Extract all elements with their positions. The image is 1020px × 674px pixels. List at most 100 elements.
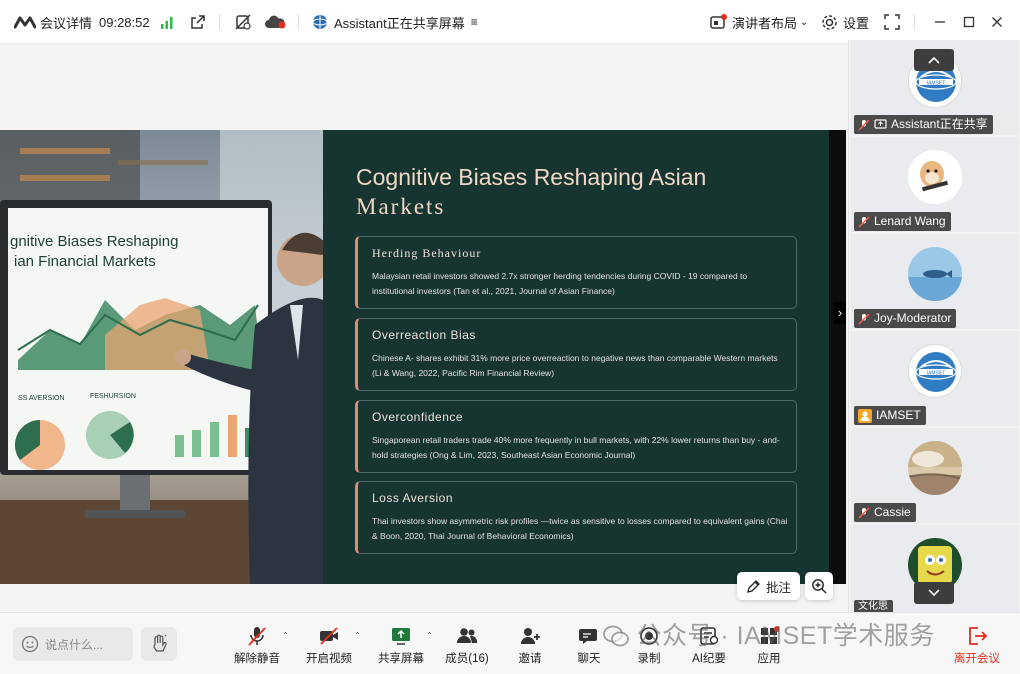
bias-card-overreaction: Overreaction Bias Chinese A- shares exhi… — [355, 318, 797, 391]
signal-strength-icon[interactable] — [160, 0, 174, 44]
invite-button[interactable]: 邀请 — [500, 625, 560, 666]
participant-tile[interactable]: Joy-Moderator — [851, 234, 1019, 329]
collapse-sidebar-chevron-icon[interactable]: › — [834, 302, 846, 324]
participant-nametag: Cassie — [854, 503, 916, 522]
quick-chat-input[interactable]: 说点什么... — [13, 627, 133, 661]
wechat-logo-icon — [603, 625, 629, 647]
bias-card-text: Thai investors show asymmetric risk prof… — [372, 516, 788, 541]
zoom-in-button[interactable] — [805, 572, 833, 600]
invite-user-icon — [521, 628, 540, 644]
settings-label: 设置 — [843, 15, 870, 31]
share-screen-icon — [392, 628, 410, 645]
audio-options-caret-icon[interactable]: ⌃ — [282, 631, 289, 640]
share-screen-label: 共享屏幕 — [378, 653, 424, 665]
annotate-button[interactable]: 批注 — [737, 572, 800, 600]
participant-name: Joy-Moderator — [874, 311, 952, 325]
participant-name: IAMSET — [876, 408, 921, 422]
share-options-caret-icon[interactable]: ⌃ — [426, 631, 433, 640]
record-label: 录制 — [637, 653, 661, 665]
slide-title-line1: Cognitive Biases Reshaping Asian — [356, 164, 707, 190]
monitor-title-line1: gnitive Biases Reshaping — [10, 233, 178, 250]
participant-tile[interactable]: Cassie — [851, 428, 1019, 523]
quick-chat-placeholder: 说点什么... — [45, 637, 104, 652]
participant-tile[interactable]: Lenard Wang — [851, 137, 1019, 232]
layout-icon — [710, 14, 727, 29]
participant-nametag: Assistant正在共享 — [854, 115, 993, 134]
close-icon[interactable] — [991, 0, 1003, 44]
invite-label: 邀请 — [518, 653, 542, 665]
exit-door-icon — [969, 627, 988, 645]
share-screen-button[interactable]: 共享屏幕 — [371, 625, 431, 666]
unmute-button[interactable]: 解除静音 — [227, 625, 287, 666]
meeting-details-button[interactable]: 会议详情 — [14, 0, 92, 44]
bias-card-text: Chinese A- shares exhibit 31% more price… — [372, 353, 778, 378]
meeting-details-label: 会议详情 — [40, 15, 93, 31]
participant-nametag: 文化思 — [854, 600, 893, 612]
shared-screen-area[interactable]: gnitive Biases Reshaping ian Financial M… — [0, 44, 848, 612]
avatar — [908, 150, 962, 204]
raise-hand-button[interactable] — [141, 627, 177, 661]
participant-name: Lenard Wang — [874, 214, 946, 228]
settings-button[interactable]: 设置 — [821, 0, 869, 44]
sharing-status-indicator[interactable]: Assistant正在共享屏幕 ≡ — [312, 0, 478, 44]
chat-label: 聊天 — [577, 653, 601, 665]
pen-icon — [747, 579, 760, 593]
emoji-icon — [21, 635, 39, 653]
avatar — [908, 247, 962, 301]
fullscreen-icon[interactable] — [884, 0, 900, 44]
sharing-status-text: Assistant正在共享屏幕 — [334, 15, 465, 31]
popout-window-icon[interactable] — [190, 0, 206, 44]
raise-hand-icon — [153, 634, 167, 652]
participant-nametag: IAMSET — [854, 406, 926, 425]
start-video-button[interactable]: 开启视频 — [299, 625, 359, 666]
chevron-down-icon — [928, 589, 940, 597]
ai-minutes-label: AI纪要 — [692, 653, 726, 665]
minimize-icon[interactable] — [934, 0, 946, 44]
presenter-layout-button[interactable]: 演讲者布局 ⌄ — [710, 0, 808, 44]
presentation-slide: gnitive Biases Reshaping ian Financial M… — [0, 130, 846, 584]
start-video-label: 开启视频 — [306, 653, 352, 665]
svg-text:IAMSET: IAMSET — [927, 371, 946, 377]
leave-meeting-button[interactable]: 离开会议 — [947, 625, 1007, 666]
members-button[interactable]: 成员(16) — [437, 625, 497, 666]
meeting-timer: 09:28:52 — [99, 14, 150, 30]
bias-card-heading: Overreaction Bias — [372, 328, 476, 342]
title-bar: 会议详情 09:28:52 Assistant正在共享屏幕 ≡ 演讲者布局 ⌄ … — [0, 0, 1020, 44]
host-badge-icon — [858, 408, 872, 423]
mic-off-icon — [858, 119, 870, 130]
participant-tile[interactable]: IAMSET IAMSET — [851, 331, 1019, 426]
participant-panel: IAMSET Assistant正在共享 Lenard Wang Joy-Mod… — [848, 40, 1020, 612]
video-options-caret-icon[interactable]: ⌃ — [354, 631, 361, 640]
chat-bubble-icon — [579, 629, 597, 644]
slide-text-panel: Cognitive Biases Reshaping Asian Markets… — [323, 130, 829, 584]
globe-avatar-icon — [312, 15, 328, 29]
bias-card-heading: Loss Aversion — [372, 491, 453, 505]
tencent-meeting-logo-icon — [14, 16, 36, 29]
bias-card-text: Singaporean retail traders trade 40% mor… — [372, 435, 780, 460]
bias-card-herding: Herding Behaviour Malaysian retail inves… — [355, 236, 797, 309]
participant-nametag: Lenard Wang — [854, 212, 951, 231]
avatar — [908, 441, 962, 495]
zoom-in-icon — [812, 579, 827, 594]
maximize-icon[interactable] — [963, 0, 975, 44]
bias-card-text: Malaysian retail investors showed 2.7x s… — [372, 271, 748, 296]
chevron-down-icon: ⌄ — [800, 16, 809, 28]
presenter-layout-label: 演讲者布局 — [732, 15, 798, 31]
monitor-label-2: FESHURSION — [90, 393, 136, 400]
monitor-title-line2: ian Financial Markets — [14, 253, 156, 270]
cloud-record-icon[interactable] — [264, 0, 286, 44]
participant-name: 文化思 — [858, 601, 888, 612]
camera-off-icon — [320, 627, 338, 645]
members-label: 成员(16) — [445, 653, 489, 665]
participant-name: Cassie — [874, 505, 911, 519]
security-off-icon[interactable] — [234, 0, 252, 44]
annotate-label: 批注 — [765, 580, 791, 595]
leave-meeting-label: 离开会议 — [954, 653, 1000, 665]
scroll-down-button[interactable] — [914, 582, 954, 604]
members-icon — [457, 628, 478, 643]
wechat-watermark: 公众号 · IAMSET学术服务 — [603, 616, 935, 652]
mic-off-icon — [858, 313, 870, 324]
slide-title: Cognitive Biases Reshaping Asian Markets — [356, 162, 796, 222]
scroll-up-button[interactable] — [914, 49, 954, 71]
watermark-text: 公众号 · IAMSET学术服务 — [636, 622, 935, 650]
